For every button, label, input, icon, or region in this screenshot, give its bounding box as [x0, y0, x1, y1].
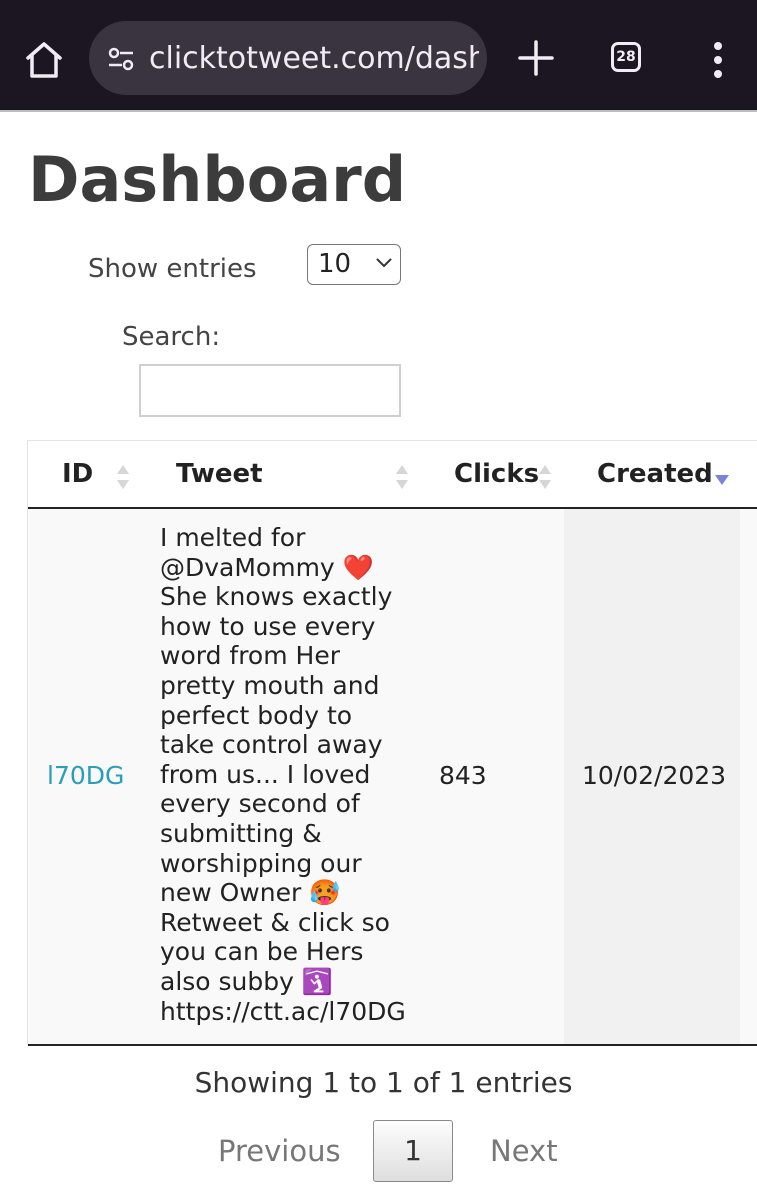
- sort-icon: [539, 465, 551, 489]
- entries-table: ID Tweet Clicks Created l70DG I melted f…: [27, 440, 757, 1046]
- search-label: Search:: [122, 322, 221, 352]
- created-date: 10/02/2023: [582, 761, 727, 790]
- clicks-count: 843: [439, 761, 487, 790]
- toolbar-divider: [0, 110, 757, 112]
- chevron-down-icon: [376, 258, 392, 268]
- home-icon[interactable]: [22, 38, 66, 82]
- page-1-button[interactable]: 1: [373, 1120, 453, 1182]
- column-header-id[interactable]: ID: [28, 441, 140, 508]
- next-button[interactable]: Next: [490, 1134, 558, 1168]
- column-label: Created: [597, 459, 713, 489]
- column-label: Tweet: [176, 459, 263, 489]
- column-header-clicks[interactable]: Clicks: [420, 441, 560, 508]
- table-row: l70DG I melted for @DvaMommy ❤️ She know…: [28, 509, 757, 1046]
- entries-select[interactable]: 10: [307, 244, 401, 285]
- more-menu-icon[interactable]: [706, 38, 730, 82]
- column-header-tweet[interactable]: Tweet: [140, 441, 420, 508]
- column-label: Clicks: [454, 459, 540, 489]
- sort-descending-icon: [715, 475, 729, 485]
- site-settings-icon[interactable]: [107, 45, 135, 73]
- browser-toolbar: clicktotweet.com/dashboard 28: [0, 0, 757, 110]
- column-label: ID: [62, 459, 94, 489]
- entries-value: 10: [318, 249, 352, 279]
- address-bar[interactable]: clicktotweet.com/dashboard: [89, 21, 487, 95]
- table-header: ID Tweet Clicks Created: [28, 440, 757, 509]
- new-tab-icon[interactable]: [516, 38, 556, 78]
- url-text[interactable]: clicktotweet.com/dashboard: [149, 41, 479, 77]
- tweet-id-link[interactable]: l70DG: [47, 761, 124, 790]
- tweet-text: I melted for @DvaMommy ❤️ She knows exac…: [160, 523, 406, 1026]
- table-info: Showing 1 to 1 of 1 entries: [194, 1066, 573, 1099]
- search-input[interactable]: [139, 364, 401, 417]
- previous-button[interactable]: Previous: [218, 1134, 341, 1168]
- sort-icon: [396, 465, 408, 489]
- show-entries-label: Show entries: [88, 254, 257, 284]
- column-header-created[interactable]: Created: [564, 441, 757, 508]
- tab-switcher-button[interactable]: 28: [611, 42, 641, 72]
- page-title: Dashboard: [28, 143, 407, 216]
- sort-icon: [117, 465, 129, 489]
